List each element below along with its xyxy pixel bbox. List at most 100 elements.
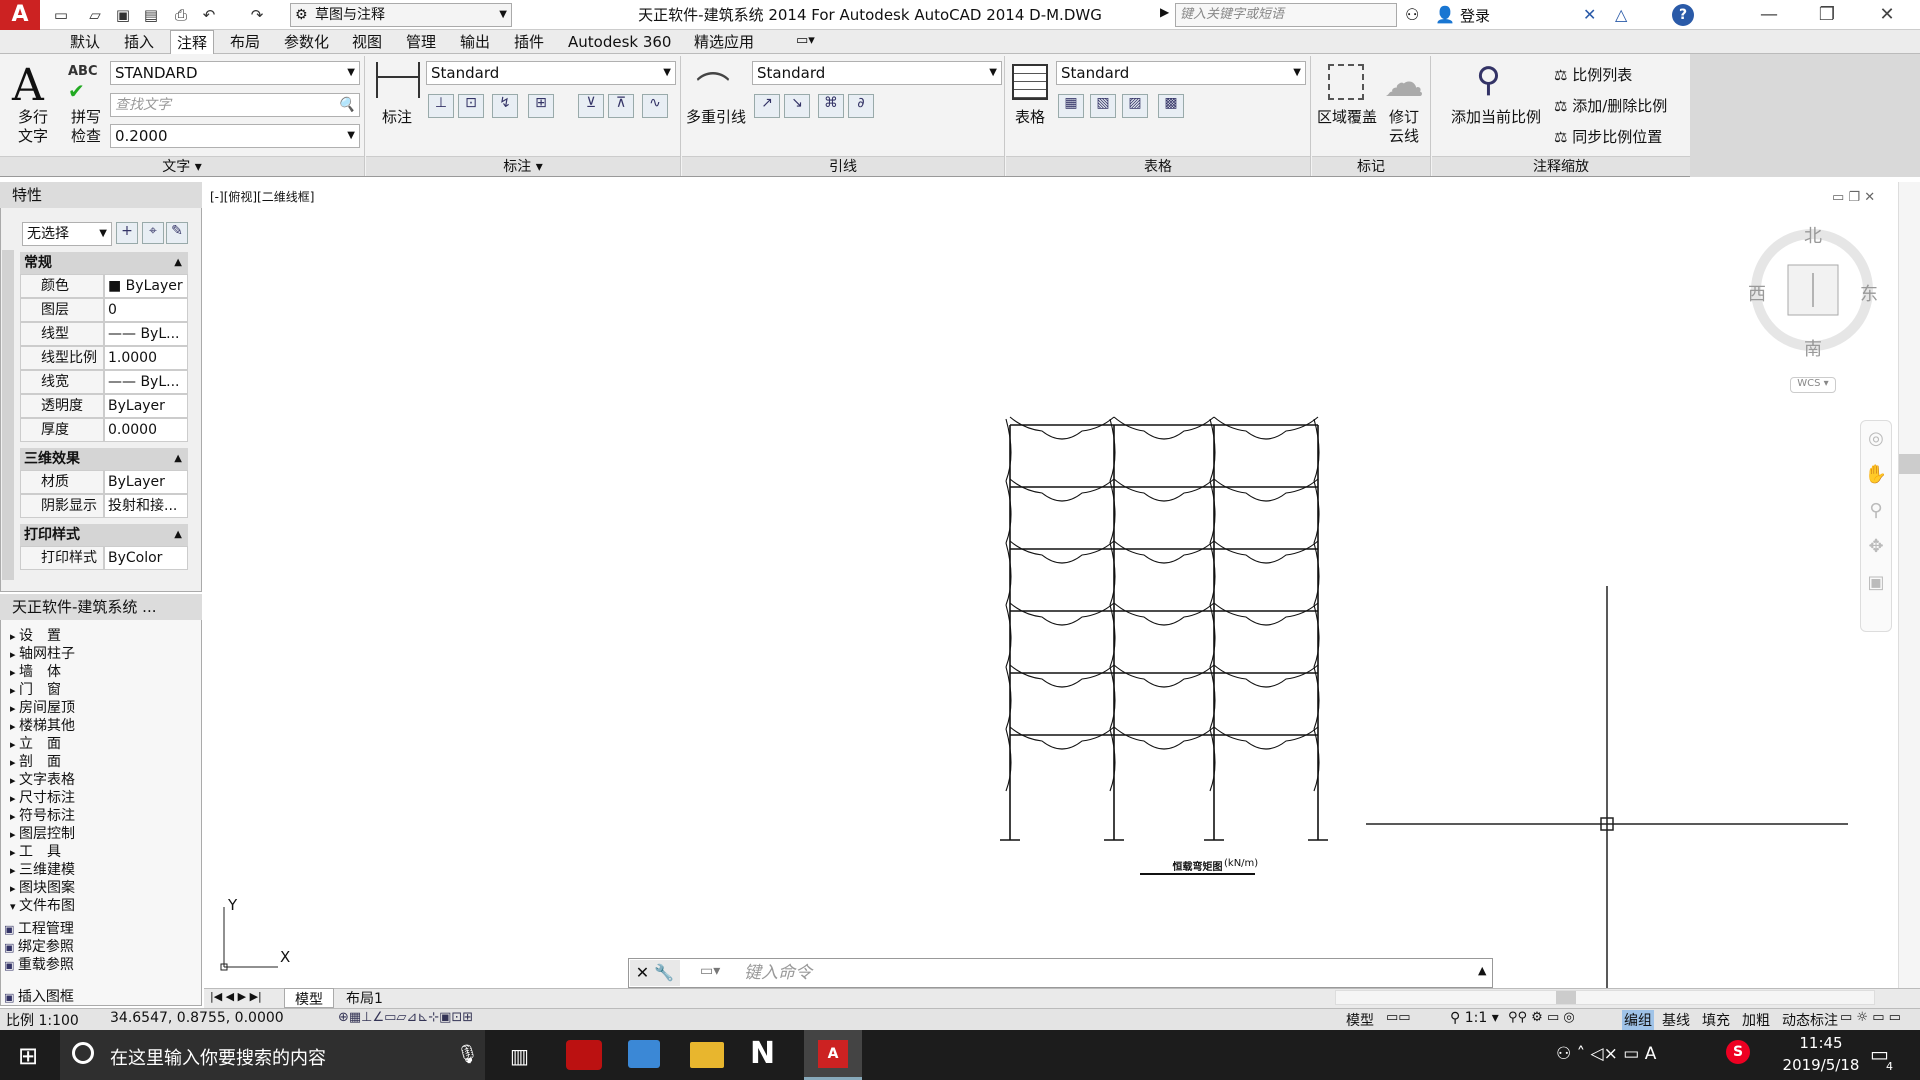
tz-menu-item[interactable]: ▸ 门 窗 (10, 681, 61, 700)
tz-menu-item[interactable]: ▸ 设 置 (10, 627, 61, 646)
undo-icon[interactable]: ↶ (198, 4, 220, 26)
property-value[interactable]: 投射和接... (104, 494, 188, 518)
orbit-icon[interactable]: ✥ (1861, 529, 1891, 565)
login-button[interactable]: 登录 (1460, 5, 1490, 26)
tab-featured-apps[interactable]: 精选应用 (688, 30, 760, 54)
wipeout-icon[interactable] (1328, 64, 1364, 100)
align-leader-icon[interactable]: ⌘ (818, 94, 844, 118)
table-upload-icon[interactable]: ▩ (1158, 94, 1184, 118)
text-height-select[interactable]: 0.2000 ▼ (110, 124, 360, 148)
revcloud-label-2[interactable]: 云线 (1384, 127, 1424, 146)
status-fill[interactable]: 填充 (1702, 1010, 1730, 1030)
pan-icon[interactable]: ✋ (1861, 457, 1891, 493)
clock-date[interactable]: 2019/5/18 (1774, 1056, 1868, 1074)
property-value[interactable]: ByColor (104, 546, 188, 570)
status-toggles-icon[interactable]: ⊕▦⊥∠▭▱⊿⊾⊹▣⊡⊞ (338, 1010, 473, 1025)
scale-list-button[interactable]: ⚖ 比例列表 (1554, 64, 1632, 85)
property-value[interactable]: —— ByL... (104, 370, 188, 394)
tz-menu-item[interactable]: ▸ 工 具 (10, 843, 61, 862)
microphone-icon[interactable]: 🎙 (456, 1044, 479, 1065)
workspace-switch-icon[interactable]: ⚲⚲ ⚙ ▭ ◎ (1508, 1010, 1575, 1025)
open-icon[interactable]: ▱ (84, 4, 106, 26)
vertical-scrollbar[interactable] (1898, 182, 1920, 988)
spell-check-label-2[interactable]: 检查 (64, 127, 108, 146)
table-label[interactable]: 表格 (1008, 108, 1052, 127)
tab-plugins[interactable]: 插件 (508, 30, 550, 54)
vertical-scroll-thumb[interactable] (1899, 454, 1920, 474)
task-view-icon[interactable]: ▥ (510, 1044, 529, 1068)
find-text-input[interactable]: 查找文字 🔍 (110, 93, 360, 117)
property-value[interactable]: ByLayer (104, 394, 188, 418)
panel-title-table[interactable]: 表格 (1006, 156, 1310, 176)
section-3d[interactable]: 三维效果 ▲ (20, 448, 188, 470)
new-icon[interactable]: ▭ (50, 4, 72, 26)
save-as-icon[interactable]: ▤ (140, 4, 162, 26)
tz-menu-item[interactable]: ▸ 符号标注 (10, 807, 75, 826)
tz-submenu-item[interactable]: ▣ 绑定参照 (4, 938, 74, 957)
layout-nav-icon[interactable]: |◀ ◀ ▶ ▶| (210, 990, 262, 1003)
minimize-button[interactable]: — (1742, 0, 1796, 30)
cmd-prompt-icon[interactable]: ▭▾ (700, 963, 720, 979)
multiline-text-icon[interactable]: A (12, 60, 44, 111)
tz-menu-item[interactable]: ▸ 轴网柱子 (10, 645, 75, 664)
remove-leader-icon[interactable]: ↘ (784, 94, 810, 118)
compass-west[interactable]: 西 (1748, 280, 1766, 306)
steering-wheel-icon[interactable]: ◎ (1861, 421, 1891, 457)
panel-title-dim[interactable]: 标注 ▾ (366, 156, 680, 176)
viewport-label[interactable]: [-][俯视][二维线框] (210, 188, 314, 205)
model-space-toggle[interactable]: 模型 (1346, 1010, 1374, 1030)
a360-icon[interactable]: △ (1615, 5, 1627, 24)
section-general[interactable]: 常规 ▲ (20, 252, 188, 274)
panel-title-text[interactable]: 文字 ▾ (0, 156, 364, 176)
expand-icon[interactable]: ▶ (1160, 5, 1169, 19)
tab-insert[interactable]: 插入 (118, 30, 160, 54)
multileader-icon[interactable]: ⌒ (696, 62, 730, 111)
tz-menu-item[interactable]: ▸ 图块图案 (10, 879, 75, 898)
tz-menu-item[interactable]: ▸ 房间屋顶 (10, 699, 75, 718)
property-value[interactable]: ByLayer (104, 470, 188, 494)
table-extract-icon[interactable]: ▦ (1058, 94, 1084, 118)
status-dynamic-dim[interactable]: 动态标注 (1782, 1010, 1838, 1030)
wcs-menu[interactable]: WCS ▾ (1790, 377, 1836, 393)
status-baseline[interactable]: 基线 (1662, 1010, 1690, 1030)
file-explorer-icon[interactable] (690, 1042, 724, 1068)
dim-adjust-space-icon[interactable]: ⊞ (528, 94, 554, 118)
property-value[interactable]: 0.0000 (104, 418, 188, 442)
cmd-history-icon[interactable]: ▲ (1478, 964, 1486, 977)
compass-south[interactable]: 南 (1804, 335, 1822, 361)
leader-style-select[interactable]: Standard ▼ (752, 61, 1002, 85)
multiline-text-label[interactable]: 多行 (10, 108, 56, 127)
sync-scale-button[interactable]: ⚖ 同步比例位置 (1554, 126, 1662, 147)
add-scale-icon[interactable]: ⚲ (1476, 60, 1501, 100)
viewport-window-controls[interactable]: ▭ ❐ ✕ (1832, 190, 1875, 205)
tray-icons[interactable]: ⚇ ˄ ◁× ▭ A (1556, 1044, 1656, 1064)
tz-menu-item[interactable]: ▸ 立 面 (10, 735, 61, 754)
windows-start-icon[interactable]: ⊞ (18, 1042, 38, 1070)
close-cmd-icon[interactable]: ✕ 🔧 (630, 960, 680, 986)
revcloud-icon[interactable]: ☁ (1384, 60, 1424, 106)
tz-menu-item[interactable]: ▾ 文件布图 (10, 897, 75, 916)
compass-east[interactable]: 东 (1860, 280, 1878, 306)
workspace-select[interactable]: ⚙ 草图与注释 ▼ (290, 3, 512, 27)
tab-output[interactable]: 输出 (454, 30, 496, 54)
collect-leader-icon[interactable]: ∂ (848, 94, 874, 118)
section-plot[interactable]: 打印样式 ▲ (20, 524, 188, 546)
app-icon-blue[interactable] (628, 1040, 660, 1068)
ribbon-toggle-icon[interactable]: ▭▾ (796, 33, 815, 48)
dim-style-select[interactable]: Standard ▼ (426, 61, 676, 85)
tz-menu-item[interactable]: ▸ 尺寸标注 (10, 789, 75, 808)
close-button[interactable]: ✕ (1860, 0, 1914, 30)
table-download-icon[interactable]: ▨ (1122, 94, 1148, 118)
print-icon[interactable]: ⎙ (170, 4, 192, 26)
properties-scrollbar[interactable] (2, 250, 14, 580)
annotation-scale[interactable]: ⚲ 1:1 ▾ (1450, 1010, 1499, 1026)
property-value[interactable]: —— ByL... (104, 322, 188, 346)
status-group[interactable]: 编组 (1622, 1010, 1654, 1030)
tab-manage[interactable]: 管理 (400, 30, 442, 54)
clock-time[interactable]: 11:45 (1786, 1034, 1856, 1052)
autocad-logo-icon[interactable]: A (0, 0, 40, 30)
text-style-select[interactable]: STANDARD ▼ (110, 61, 360, 85)
table-icon[interactable] (1012, 64, 1048, 100)
dim-update-icon[interactable]: ⊼ (608, 94, 634, 118)
panel-title-leader[interactable]: 引线 (682, 156, 1004, 176)
